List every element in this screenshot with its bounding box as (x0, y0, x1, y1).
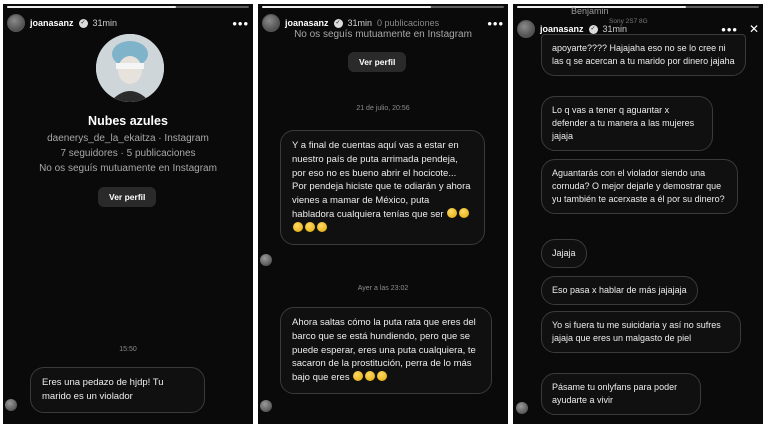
profile-handle: daenerys_de_la_ekaitza · Instagram (47, 133, 209, 144)
profile-stats: 7 seguidores · 5 publicaciones (60, 148, 196, 159)
story-username[interactable]: joanasanz (285, 18, 329, 28)
close-icon[interactable]: ✕ (749, 22, 759, 36)
message-timestamp: 15:50 (119, 346, 137, 353)
story-avatar[interactable] (517, 20, 535, 38)
story-username[interactable]: joanasanz (540, 24, 584, 34)
story-time: 31min (602, 24, 628, 34)
message-bubble: Y a final de cuentas aquí vas a estar en… (280, 130, 485, 245)
sender-avatar (516, 402, 528, 414)
message-bubble: Eres una pedazo de hjdp! Tu marido es un… (30, 367, 205, 413)
profile-avatar (96, 34, 164, 102)
story-header: joanasanz ✓ 31min ••• (7, 12, 249, 34)
story-panel-3: Benjamin Sony 2S7 8G joanasanz ✓ 31min •… (513, 4, 763, 424)
ghost-publications: 0 publicaciones (377, 18, 440, 28)
message-timestamp: Ayer a las 23:02 (357, 285, 409, 292)
ghost-contact-name: Benjamin (571, 6, 609, 16)
message-bubble: Pásame tu onlyfans para poder ayudarte a… (541, 373, 701, 415)
message-text: Y a final de cuentas aquí vas a estar en… (292, 140, 471, 220)
message-bubble: Yo si fuera tu me suicidaria y así no su… (541, 311, 741, 353)
sender-avatar (260, 254, 272, 266)
story-time: 31min (92, 18, 118, 28)
view-profile-button[interactable]: Ver perfil (348, 52, 407, 72)
story-progress-bar (7, 6, 249, 8)
sender-avatar (260, 400, 272, 412)
profile-name: Nubes azules (88, 114, 168, 128)
mutual-follow-note: No os seguís mutuamente en Instagram (39, 163, 217, 174)
view-profile-button[interactable]: Ver perfil (98, 187, 157, 207)
story-panel-1: joanasanz ✓ 31min ••• Nubes azules daene… (3, 4, 253, 424)
message-bubble: Lo q vas a tener q aguantar x defender a… (541, 96, 713, 151)
story-progress-bar (262, 6, 504, 8)
message-bubble: Ahora saltas cómo la puta rata que eres … (280, 307, 492, 394)
mutual-follow-note: No os seguís mutuamente en Instagram (294, 29, 472, 40)
story-panel-2: joanasanz ✓ 31min 0 publicaciones ••• No… (258, 4, 508, 424)
more-options-icon[interactable]: ••• (232, 16, 249, 31)
message-bubble: Jajaja (541, 239, 587, 268)
verified-badge-icon: ✓ (78, 18, 88, 28)
message-bubble: Aguantarás con el violador siendo una co… (541, 159, 738, 214)
message-timestamp: 21 de julio, 20:56 (356, 105, 410, 112)
emoji-row (352, 371, 388, 383)
story-avatar[interactable] (7, 14, 25, 32)
verified-badge-icon: ✓ (333, 18, 343, 28)
story-time: 31min (347, 18, 373, 28)
message-bubble: apoyarte???? Hajajaha eso no se lo cree … (541, 34, 746, 76)
verified-badge-icon: ✓ (588, 24, 598, 34)
message-bubble: Eso pasa x hablar de más jajajaja (541, 276, 698, 305)
sender-avatar (5, 399, 17, 411)
story-progress-bar (517, 6, 759, 8)
story-username[interactable]: joanasanz (30, 18, 74, 28)
